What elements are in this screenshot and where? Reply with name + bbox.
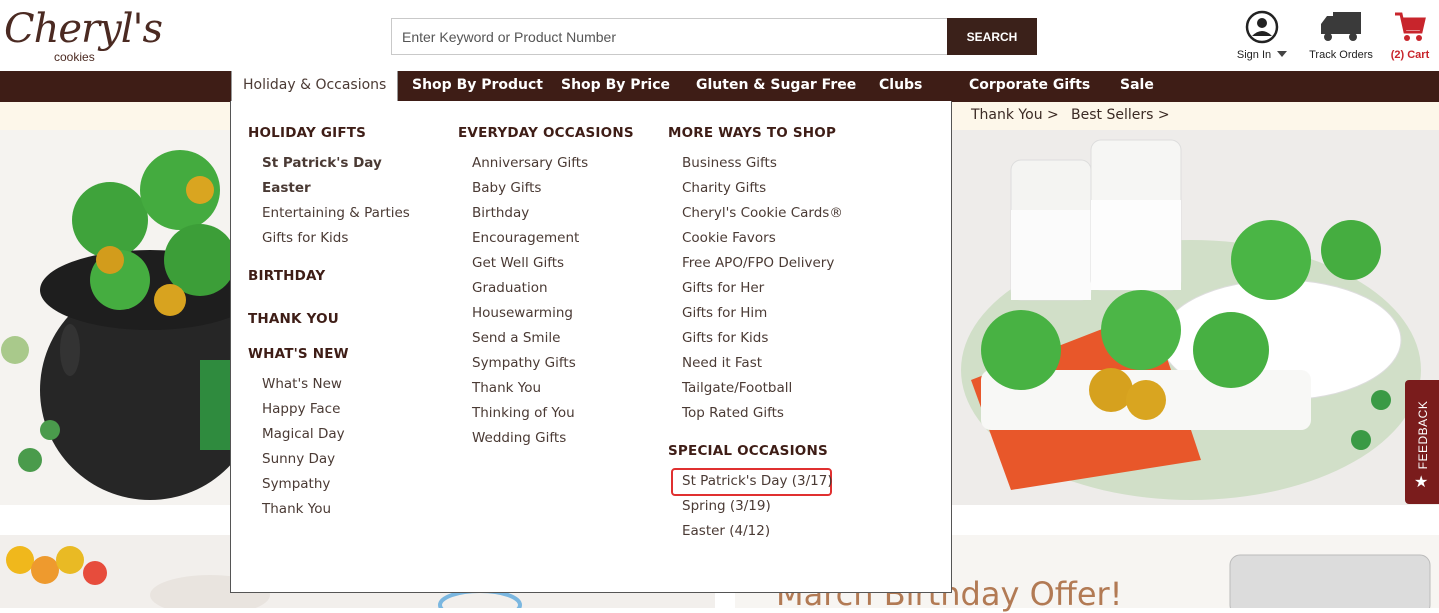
menu-link-housewarming[interactable]: Housewarming	[472, 305, 573, 321]
feedback-label: FEEDBACK	[1416, 400, 1430, 470]
menu-link-birthday[interactable]: Birthday	[472, 205, 529, 221]
main-nav: Holiday & Occasions Shop By Product Shop…	[0, 71, 1439, 103]
holiday-occasions-mega-menu: HOLIDAY GIFTS St Patrick's Day Easter En…	[230, 101, 952, 593]
feedback-tab[interactable]: FEEDBACK ★	[1405, 380, 1439, 504]
menu-link-whats-new[interactable]: What's New	[262, 376, 342, 392]
star-icon: ★	[1414, 472, 1429, 491]
menu-link-sympathy[interactable]: Sympathy	[262, 476, 330, 492]
sign-in-label: Sign In	[1236, 49, 1272, 61]
heading-whats-new[interactable]: WHAT'S NEW	[248, 346, 349, 362]
menu-link-graduation[interactable]: Graduation	[472, 280, 548, 296]
heading-more-ways-to-shop[interactable]: MORE WAYS TO SHOP	[668, 125, 836, 141]
menu-link-tailgate-football[interactable]: Tailgate/Football	[682, 380, 792, 396]
cart-icon	[1395, 12, 1426, 41]
heading-everyday-occasions[interactable]: EVERYDAY OCCASIONS	[458, 125, 634, 141]
menu-link-top-rated-gifts[interactable]: Top Rated Gifts	[682, 405, 784, 421]
menu-link-sunny-day[interactable]: Sunny Day	[262, 451, 335, 467]
heading-special-occasions[interactable]: SPECIAL OCCASIONS	[668, 443, 828, 459]
menu-link-magical-day[interactable]: Magical Day	[262, 426, 345, 442]
nav-shop-by-product[interactable]: Shop By Product	[412, 71, 543, 102]
menu-link-cookie-cards[interactable]: Cheryl's Cookie Cards®	[682, 205, 843, 221]
menu-link-st-patricks-day[interactable]: St Patrick's Day	[262, 155, 382, 171]
track-orders-button[interactable]: Track Orders	[1304, 10, 1378, 61]
site-header: Cheryl's cookies SEARCH Sign In Track Or…	[0, 0, 1439, 72]
menu-link-cookie-favors[interactable]: Cookie Favors	[682, 230, 776, 246]
menu-link-send-a-smile[interactable]: Send a Smile	[472, 330, 560, 346]
menu-link-wedding-gifts[interactable]: Wedding Gifts	[472, 430, 566, 446]
menu-link-gifts-for-him[interactable]: Gifts for Him	[682, 305, 767, 321]
menu-link-sympathy-gifts[interactable]: Sympathy Gifts	[472, 355, 576, 371]
menu-link-easter[interactable]: Easter	[262, 180, 311, 196]
menu-link-entertaining-parties[interactable]: Entertaining & Parties	[262, 205, 410, 221]
shamrock-cauldron-illustration	[1, 150, 231, 500]
hero-image-right[interactable]	[951, 130, 1439, 505]
user-icon	[1245, 10, 1279, 44]
shamrock-cookie-plate-illustration	[961, 139, 1421, 500]
menu-link-charity-gifts[interactable]: Charity Gifts	[682, 180, 766, 196]
menu-link-easter-412[interactable]: Easter (4/12)	[682, 523, 770, 539]
nav-holiday-occasions[interactable]: Holiday & Occasions	[231, 71, 399, 103]
truck-icon	[1321, 12, 1361, 41]
chevron-down-icon	[1277, 51, 1288, 57]
menu-link-gifts-for-kids[interactable]: Gifts for Kids	[262, 230, 348, 246]
heading-holiday-gifts[interactable]: HOLIDAY GIFTS	[248, 125, 366, 141]
nav-gluten-sugar-free[interactable]: Gluten & Sugar Free	[696, 71, 856, 102]
cart-button[interactable]: (2) Cart	[1386, 10, 1434, 61]
menu-link-free-apo-fpo-delivery[interactable]: Free APO/FPO Delivery	[682, 255, 834, 271]
track-orders-label: Track Orders	[1309, 49, 1373, 61]
nav-clubs[interactable]: Clubs	[879, 71, 922, 102]
nav-corporate-gifts[interactable]: Corporate Gifts	[969, 71, 1090, 102]
promo-best-sellers-link[interactable]: Best Sellers >	[1071, 107, 1170, 123]
menu-link-baby-gifts[interactable]: Baby Gifts	[472, 180, 541, 196]
menu-link-business-gifts[interactable]: Business Gifts	[682, 155, 777, 171]
cheryls-logo[interactable]: Cheryl's cookies	[4, 6, 163, 66]
menu-link-st-patricks-day-317[interactable]: St Patrick's Day (3/17)	[682, 473, 833, 489]
menu-link-encouragement[interactable]: Encouragement	[472, 230, 579, 246]
menu-link-thank-you-everyday[interactable]: Thank You	[472, 380, 541, 396]
heading-thank-you[interactable]: THANK YOU	[248, 311, 339, 327]
menu-link-spring-319[interactable]: Spring (3/19)	[682, 498, 771, 514]
sign-in-button[interactable]: Sign In	[1232, 10, 1292, 61]
nav-sale[interactable]: Sale	[1120, 71, 1154, 102]
search-bar: SEARCH	[391, 18, 1037, 55]
menu-link-gifts-for-her[interactable]: Gifts for Her	[682, 280, 764, 296]
hero-image-left[interactable]	[0, 130, 231, 505]
promo-thank-you-link[interactable]: Thank You >	[971, 107, 1059, 123]
menu-link-gifts-for-kids-more[interactable]: Gifts for Kids	[682, 330, 768, 346]
menu-link-happy-face[interactable]: Happy Face	[262, 401, 340, 417]
logo-sub: cookies	[54, 50, 95, 64]
menu-link-get-well-gifts[interactable]: Get Well Gifts	[472, 255, 564, 271]
menu-link-anniversary-gifts[interactable]: Anniversary Gifts	[472, 155, 588, 171]
search-button[interactable]: SEARCH	[947, 18, 1037, 55]
menu-link-need-it-fast[interactable]: Need it Fast	[682, 355, 762, 371]
heading-birthday[interactable]: BIRTHDAY	[248, 268, 325, 284]
logo-script: Cheryl's	[4, 6, 163, 52]
search-input[interactable]	[391, 18, 947, 55]
cart-label: (2) Cart	[1390, 49, 1430, 61]
menu-link-thank-you[interactable]: Thank You	[262, 501, 331, 517]
nav-shop-by-price[interactable]: Shop By Price	[561, 71, 670, 102]
menu-link-thinking-of-you[interactable]: Thinking of You	[472, 405, 575, 421]
